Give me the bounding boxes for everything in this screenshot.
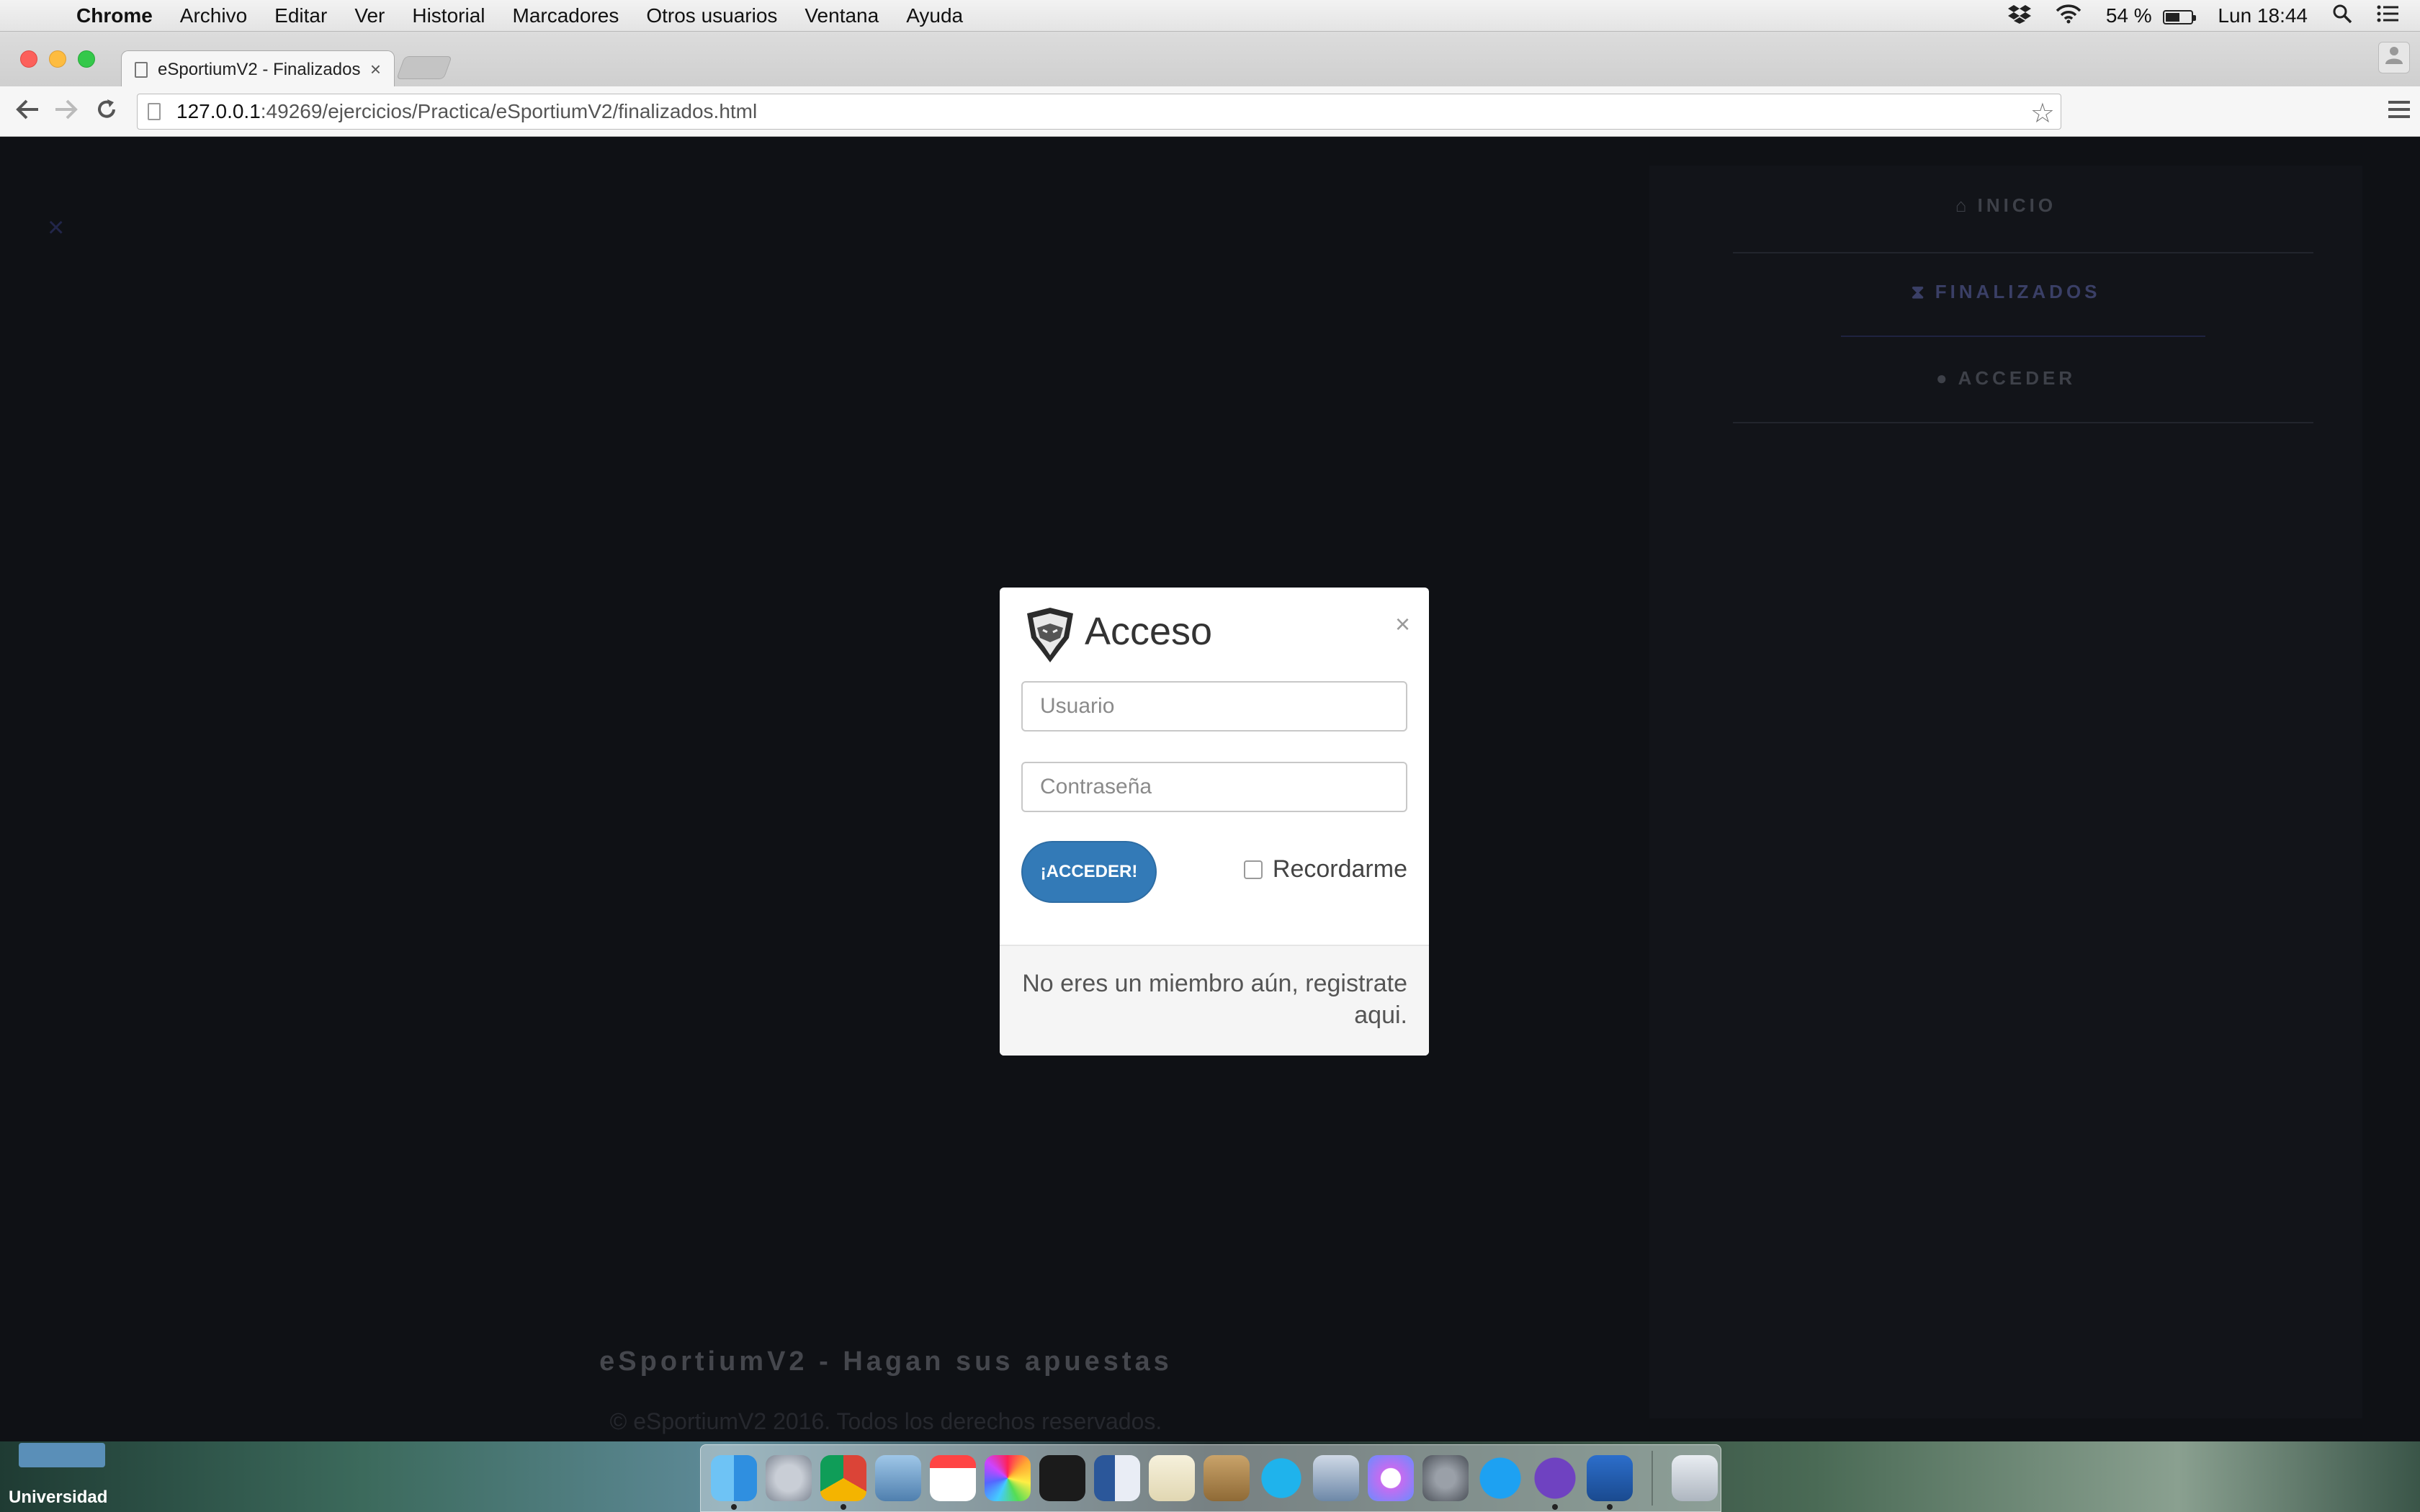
dock-twitter-icon[interactable]: [1477, 1455, 1523, 1501]
dock-archive-utility-icon[interactable]: [1204, 1455, 1250, 1501]
back-button[interactable]: [10, 94, 45, 130]
running-indicator: [731, 1504, 737, 1510]
notification-center-icon[interactable]: [2377, 4, 2398, 28]
dock-skype-icon[interactable]: [1258, 1455, 1304, 1501]
universidad-folder-icon[interactable]: [19, 1443, 105, 1467]
dock-terminal-icon[interactable]: [1039, 1455, 1085, 1501]
menu-app-name[interactable]: Chrome: [76, 4, 153, 27]
running-indicator: [1552, 1504, 1558, 1510]
menu-editar[interactable]: Editar: [274, 4, 327, 27]
dock-photos-icon[interactable]: [985, 1455, 1031, 1501]
dropbox-icon[interactable]: [2007, 4, 2031, 29]
remember-me[interactable]: Recordarme: [1243, 855, 1407, 883]
nav-label-acceder: ACCEDER: [1958, 367, 2076, 389]
battery-status[interactable]: 54 %: [2105, 4, 2197, 27]
remember-checkbox[interactable]: [1243, 860, 1263, 879]
home-icon: ⌂: [1955, 194, 1971, 216]
menu-ventana[interactable]: Ventana: [805, 4, 879, 27]
modal-title: Acceso: [1085, 610, 1213, 653]
menu-archivo[interactable]: Archivo: [180, 4, 247, 27]
wifi-icon[interactable]: [2056, 4, 2081, 29]
modal-close-icon[interactable]: ×: [1395, 609, 1410, 639]
dock-launchpad-icon[interactable]: [766, 1455, 812, 1501]
clock[interactable]: Lun 18:44: [2218, 4, 2308, 27]
macos-menu-bar: Chrome Archivo Editar Ver Historial Marc…: [0, 0, 2420, 32]
reload-button[interactable]: [89, 94, 124, 130]
tab-close-icon[interactable]: ×: [370, 58, 381, 81]
dock-remote-desktop-icon[interactable]: [1313, 1455, 1359, 1501]
battery-percent: 54 %: [2105, 4, 2152, 27]
minimize-window-button[interactable]: [49, 50, 66, 68]
profile-icon[interactable]: [2378, 42, 2410, 73]
dock-github-desktop-icon[interactable]: [1532, 1455, 1578, 1510]
menu-marcadores[interactable]: Marcadores: [513, 4, 619, 27]
nav-divider: [1733, 252, 2313, 253]
page-info-icon[interactable]: [148, 103, 161, 120]
dock-finder-icon[interactable]: [711, 1455, 757, 1510]
nav-item-inicio[interactable]: ⌂ INICIO: [1649, 194, 2362, 217]
close-menu-icon[interactable]: ×: [48, 212, 64, 244]
dock-word-icon[interactable]: [1094, 1455, 1140, 1501]
dock-calendar-icon[interactable]: [930, 1455, 976, 1501]
side-navigation: ⌂ INICIO ⧗ FINALIZADOS ● ACCEDER: [1649, 166, 2362, 1418]
page-viewport: × ⌂ INICIO ⧗ FINALIZADOS ● ACCEDER eSportiu…: [0, 137, 2420, 1473]
dock-itunes-icon[interactable]: [1368, 1455, 1414, 1501]
user-icon: ●: [1935, 367, 1951, 389]
running-indicator: [841, 1504, 846, 1510]
dock-separator: [1652, 1451, 1653, 1506]
password-input[interactable]: [1021, 762, 1407, 812]
running-indicator: [1607, 1504, 1613, 1510]
close-window-button[interactable]: [20, 50, 37, 68]
chrome-menu-icon[interactable]: [2388, 101, 2410, 122]
dock: [700, 1444, 1721, 1512]
menu-historial[interactable]: Historial: [412, 4, 485, 27]
battery-fill: [2166, 12, 2179, 22]
tab-active[interactable]: eSportiumV2 - Finalizados ×: [121, 50, 395, 88]
register-link[interactable]: No eres un miembro aún, registrate aqui.: [1018, 968, 1407, 1031]
new-tab-button[interactable]: [396, 56, 452, 79]
bookmark-star-icon[interactable]: ☆: [2030, 97, 2055, 130]
address-bar[interactable]: 127.0.0.1:49269/ejercicios/Practica/eSpo…: [137, 94, 2061, 130]
esportium-logo: [1021, 606, 1079, 664]
browser-toolbar: 127.0.0.1:49269/ejercicios/Practica/eSpo…: [0, 86, 2420, 137]
modal-footer: No eres un miembro aún, registrate aqui.: [1000, 945, 1429, 1056]
dock-preview-icon[interactable]: [875, 1455, 921, 1501]
footer-title: eSportiumV2 - Hagan sus apuestas: [599, 1346, 1173, 1377]
nav-divider: [1733, 422, 2313, 423]
dock-sourcetree-icon[interactable]: [1587, 1455, 1633, 1510]
url-path: :49269/ejercicios/Practica/eSportiumV2/f…: [260, 100, 758, 122]
nav-item-finalizados[interactable]: ⧗ FINALIZADOS: [1649, 281, 2362, 304]
remember-label: Recordarme: [1272, 855, 1407, 883]
spotlight-search-icon[interactable]: [2332, 4, 2352, 29]
login-submit-button[interactable]: ¡ACCEDER!: [1021, 841, 1157, 903]
dock-system-preferences-icon[interactable]: [1422, 1455, 1469, 1501]
zoom-window-button[interactable]: [78, 50, 95, 68]
tab-strip: eSportiumV2 - Finalizados ×: [0, 32, 2420, 88]
menu-ayuda[interactable]: Ayuda: [906, 4, 963, 27]
battery-icon: [2163, 9, 2197, 24]
dock-chrome-icon[interactable]: [820, 1455, 866, 1510]
nav-label-finalizados: FINALIZADOS: [1935, 281, 2101, 302]
menu-otros-usuarios[interactable]: Otros usuarios: [646, 4, 777, 27]
login-modal: Acceso × ¡ACCEDER! Recordarme No eres un…: [1000, 588, 1429, 1056]
tab-title: eSportiumV2 - Finalizados: [158, 59, 361, 79]
dock-trash-icon[interactable]: [1672, 1455, 1718, 1501]
chrome-window: eSportiumV2 - Finalizados × 127.0.0.1:49…: [0, 32, 2420, 1473]
forward-button[interactable]: [49, 94, 84, 130]
menu-ver[interactable]: Ver: [354, 4, 385, 27]
footer-copyright: © eSportiumV2 2016. Todos los derechos r…: [609, 1408, 1162, 1434]
nav-item-acceder[interactable]: ● ACCEDER: [1649, 367, 2362, 390]
universidad-folder-label[interactable]: Universidad: [9, 1488, 107, 1508]
page-icon: [135, 61, 148, 78]
nav-label-inicio: INICIO: [1977, 194, 2057, 216]
dock-textedit-icon[interactable]: [1149, 1455, 1195, 1501]
nav-active-underline: [1841, 336, 2205, 337]
url-host: 127.0.0.1: [176, 100, 261, 122]
hourglass-icon: ⧗: [1911, 281, 1928, 302]
username-input[interactable]: [1021, 681, 1407, 732]
